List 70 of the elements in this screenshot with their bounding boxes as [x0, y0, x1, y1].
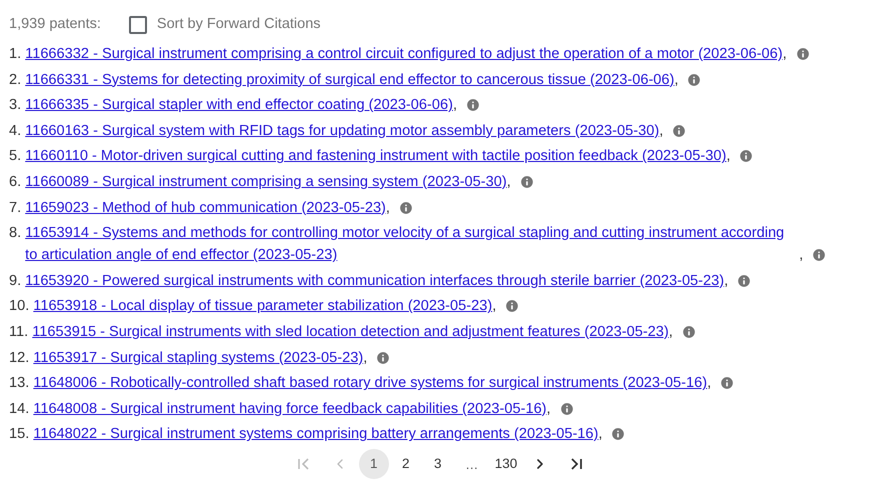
page-button[interactable]: 1	[358, 449, 389, 480]
sort-checkbox[interactable]	[128, 16, 147, 34]
patent-link[interactable]: 11666335 - Surgical stapler with end effector coating (2023-06-06)	[25, 94, 453, 116]
list-number: 13.	[9, 374, 30, 394]
patent-link[interactable]: 11666331 - Systems for detecting proximity of surgical end effector to cancerous tissue (2023-06-06)	[25, 68, 674, 91]
comma: ,	[668, 322, 673, 342]
list-number: 3.	[9, 96, 22, 116]
info-icon[interactable]	[719, 375, 736, 392]
list-number: 6.	[9, 172, 22, 192]
list-number: 8.	[9, 224, 22, 244]
page-button[interactable]: 2	[390, 449, 421, 480]
patent-link[interactable]: 11660163 - Surgical system with RFID tags for updating motor assembly parameters (2023-05-30)	[25, 120, 660, 142]
list-number: 1.	[9, 45, 22, 64]
info-icon[interactable]	[686, 72, 702, 88]
patent-link[interactable]: 11653914 - Systems and methods for controlling motor velocity of a surgical stapling and cutting instrument according to articulation angle of end effector (2023-05-23)	[25, 222, 800, 266]
patent-link[interactable]: 11653917 - Surgical stapling systems (2023-05-23)	[33, 346, 364, 369]
info-icon[interactable]	[558, 400, 575, 417]
info-icon[interactable]	[811, 247, 828, 264]
pagination-ellipsis: …	[464, 456, 480, 474]
info-icon[interactable]	[504, 298, 520, 314]
patent-link[interactable]: 11666332 - Surgical instrument comprising a control circuit configured to adjust the operation of a motor (2023-06-06)	[25, 43, 783, 65]
comma: ,	[724, 272, 728, 291]
info-icon[interactable]	[465, 97, 482, 114]
page-button[interactable]: 3	[422, 449, 453, 480]
patent-count: 1,939 patents:	[9, 15, 101, 34]
info-icon[interactable]	[518, 174, 535, 190]
comma: ,	[799, 246, 804, 266]
comma: ,	[659, 122, 664, 141]
list-number: 14.	[9, 400, 30, 419]
list-number: 7.	[9, 198, 22, 218]
comma: ,	[492, 297, 496, 316]
list-number: 9.	[9, 272, 22, 291]
last-page-icon	[569, 457, 584, 472]
list-number: 4.	[9, 122, 22, 141]
patent-link[interactable]: 11659023 - Method of hub communication (2023-05-23)	[25, 196, 386, 219]
list-number: 11.	[9, 322, 28, 342]
comma: ,	[726, 147, 730, 166]
comma: ,	[546, 400, 551, 419]
list-number: 15.	[9, 425, 30, 444]
comma: ,	[707, 374, 712, 394]
patent-link[interactable]: 11660110 - Motor-driven surgical cutting and fastening instrument with tactile position feedback (2023-05-30)	[25, 145, 726, 168]
info-icon[interactable]	[794, 46, 811, 62]
patent-link[interactable]: 11648006 - Robotically-controlled shaft based rotary drive systems for surgical instruments (2023-05-16)	[33, 372, 708, 394]
comma: ,	[363, 348, 368, 368]
first-page-icon	[296, 457, 311, 472]
comma: ,	[452, 96, 458, 116]
patent-link[interactable]: 11653915 - Surgical instruments with sled location detection and adjustment features (2023-05-23)	[32, 320, 669, 343]
patent-link[interactable]: 11653918 - Local display of tissue parameter stabilization (2023-05-23)	[33, 295, 492, 318]
info-icon[interactable]	[680, 324, 697, 340]
page-button[interactable]: 130	[490, 449, 522, 480]
info-icon[interactable]	[398, 200, 414, 216]
patent-link[interactable]: 11648008 - Surgical instrument having force feedback capabilities (2023-05-16)	[33, 398, 547, 420]
comma: ,	[598, 425, 602, 444]
info-icon[interactable]	[738, 148, 754, 164]
patent-link[interactable]: 11660089 - Surgical instrument comprising a sensing system (2023-05-30)	[25, 170, 507, 193]
patent-link[interactable]: 11653920 - Powered surgical instruments with communication interfaces through sterile barrier (2023-05-23)	[25, 270, 724, 292]
sort-label: Sort by Forward Citations	[156, 15, 321, 34]
info-icon[interactable]	[671, 122, 688, 139]
info-icon[interactable]	[736, 272, 752, 289]
comma: ,	[674, 70, 678, 90]
list-number: 10.	[9, 297, 30, 316]
list-number: 12.	[9, 348, 30, 368]
comma: ,	[782, 45, 787, 64]
info-icon[interactable]	[610, 426, 626, 442]
patent-link[interactable]: 11648022 - Surgical instrument systems comprising battery arrangements (2023-05-16)	[33, 423, 598, 446]
list-number: 2.	[9, 70, 22, 90]
comma: ,	[506, 172, 511, 192]
info-icon[interactable]	[375, 350, 392, 366]
comma: ,	[386, 198, 390, 218]
list-number: 5.	[9, 147, 22, 166]
